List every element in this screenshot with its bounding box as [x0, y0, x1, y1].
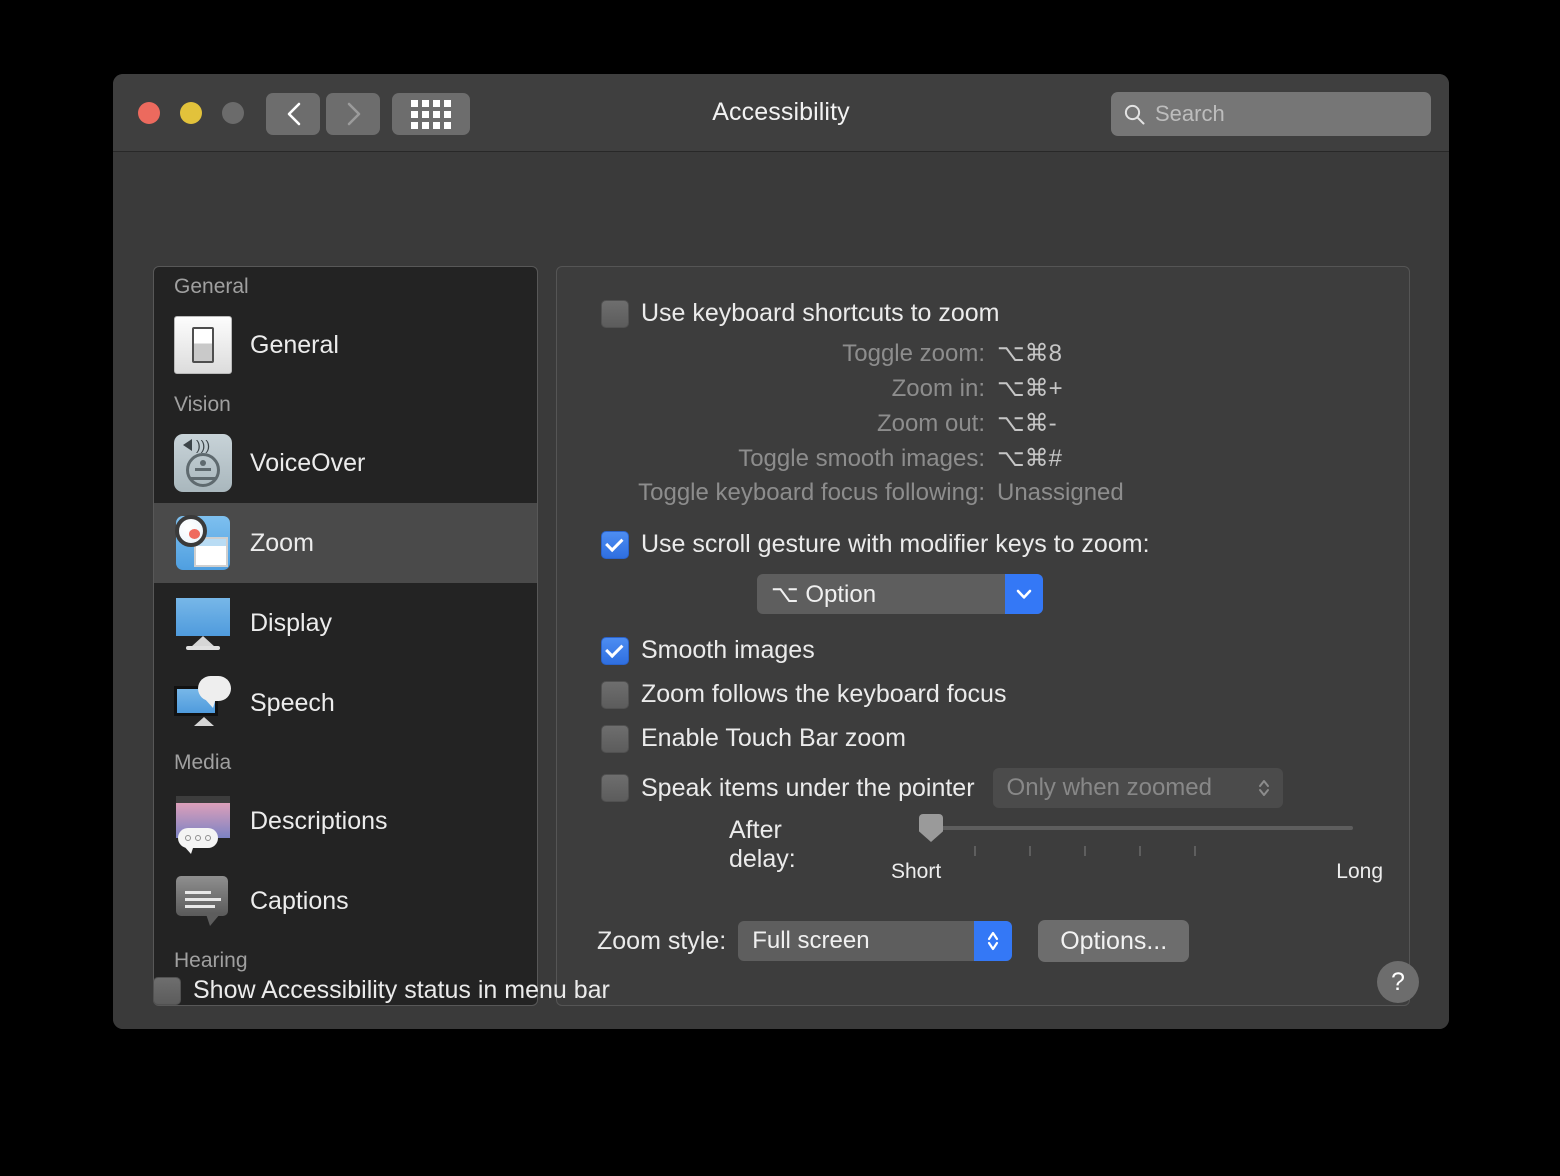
- slider-label-long: Long: [1336, 860, 1383, 883]
- slider-track[interactable]: [919, 826, 1353, 830]
- search-placeholder: Search: [1155, 101, 1225, 126]
- sidebar-item-display[interactable]: Display: [154, 583, 537, 663]
- sidebar-group-header-vision: Vision: [174, 393, 231, 416]
- smooth-images-checkbox[interactable]: [601, 636, 629, 665]
- search-icon: [1123, 103, 1146, 126]
- show-status-row[interactable]: Show Accessibility status in menu bar: [153, 976, 1419, 1005]
- window-footer: Show Accessibility status in menu bar ?: [153, 961, 1419, 1005]
- sidebar-group-header-general: General: [174, 275, 249, 298]
- zoom-style-row: Zoom style: Full screen Options...: [597, 920, 1190, 962]
- descriptions-icon: [174, 792, 232, 854]
- modifier-key-value: ⌥ Option: [771, 580, 877, 608]
- shortcut-name: Toggle zoom:: [842, 340, 985, 367]
- enable-touch-bar-zoom-label: Enable Touch Bar zoom: [641, 724, 906, 752]
- speech-icon: [174, 674, 232, 732]
- zoom-style-value: Full screen: [752, 927, 870, 954]
- sidebar-item-zoom[interactable]: Zoom: [154, 503, 537, 583]
- shortcut-row: Toggle smooth images: ⌥⌘#: [567, 444, 1187, 473]
- slider-ticks: [919, 846, 1353, 856]
- sidebar-item-label: Captions: [250, 886, 349, 915]
- use-keyboard-shortcuts-label: Use keyboard shortcuts to zoom: [641, 299, 1000, 327]
- zoom-settings-pane: Use keyboard shortcuts to zoom Toggle zo…: [556, 266, 1410, 1006]
- stepper-arrows-icon: [974, 921, 1013, 961]
- sidebar-item-label: Descriptions: [250, 806, 388, 835]
- sidebar-item-speech[interactable]: Speech: [154, 663, 537, 743]
- sidebar-item-label: General: [250, 330, 339, 359]
- sidebar-item-descriptions[interactable]: Descriptions: [154, 781, 537, 861]
- show-accessibility-status-checkbox[interactable]: [153, 976, 181, 1005]
- slider-end-labels: Short Long: [891, 860, 1383, 884]
- window-body: General General Vision ))) VoiceOver Zoo…: [113, 152, 1449, 1029]
- scroll-gesture-row[interactable]: Use scroll gesture with modifier keys to…: [601, 530, 1150, 559]
- sidebar-item-label: Display: [250, 608, 332, 637]
- shortcut-name: Zoom in:: [891, 375, 985, 402]
- shortcut-list: Toggle zoom: ⌥⌘8 Zoom in: ⌥⌘+ Zoom out: …: [567, 339, 1187, 507]
- touch-bar-zoom-row[interactable]: Enable Touch Bar zoom: [601, 724, 906, 753]
- sidebar-item-label: VoiceOver: [250, 448, 366, 477]
- sidebar-item-label: Zoom: [250, 528, 314, 557]
- use-keyboard-shortcuts-checkbox[interactable]: [601, 299, 629, 328]
- shortcut-name: Toggle smooth images:: [738, 445, 985, 472]
- shortcut-value: ⌥⌘8: [997, 340, 1063, 367]
- show-accessibility-status-label: Show Accessibility status in menu bar: [193, 976, 610, 1004]
- shortcut-row: Toggle keyboard focus following: Unassig…: [567, 479, 1187, 507]
- slider-label-short: Short: [891, 860, 942, 883]
- zoom-icon: [174, 514, 232, 572]
- shortcut-row: Zoom out: ⌥⌘-: [567, 409, 1187, 438]
- zoom-style-label: Zoom style:: [597, 926, 727, 955]
- zoom-follows-keyboard-focus-label: Zoom follows the keyboard focus: [641, 680, 1007, 708]
- smooth-images-label: Smooth images: [641, 636, 815, 664]
- search-field[interactable]: Search: [1111, 92, 1431, 136]
- window-titlebar: Accessibility Search: [113, 74, 1449, 152]
- sidebar-group-header-media: Media: [174, 751, 232, 774]
- voiceover-icon: ))): [174, 434, 232, 492]
- use-scroll-gesture-label: Use scroll gesture with modifier keys to…: [641, 530, 1150, 558]
- speak-items-checkbox[interactable]: [601, 774, 629, 802]
- shortcut-row: Zoom in: ⌥⌘+: [567, 374, 1187, 403]
- speak-items-mode-popup[interactable]: Only when zoomed: [992, 768, 1283, 808]
- after-delay-slider[interactable]: Short Long: [891, 812, 1383, 892]
- sidebar-item-general[interactable]: General: [154, 305, 537, 385]
- speak-items-mode-value: Only when zoomed: [1006, 774, 1212, 801]
- zoom-follows-focus-row[interactable]: Zoom follows the keyboard focus: [601, 680, 1006, 709]
- keyboard-shortcuts-row[interactable]: Use keyboard shortcuts to zoom: [601, 299, 1000, 328]
- sidebar-item-label: Speech: [250, 688, 335, 717]
- shortcut-row: Toggle zoom: ⌥⌘8: [567, 339, 1187, 368]
- shortcut-name: Zoom out:: [876, 410, 985, 437]
- chevron-down-icon: [1005, 574, 1043, 614]
- general-switch-icon: [174, 316, 232, 374]
- system-preferences-window: Accessibility Search General General Vis…: [113, 74, 1449, 1029]
- zoom-follows-keyboard-focus-checkbox[interactable]: [601, 680, 629, 709]
- sidebar-item-captions[interactable]: Captions: [154, 861, 537, 941]
- display-icon: [174, 594, 232, 652]
- help-button[interactable]: ?: [1377, 961, 1419, 1003]
- shortcut-value: ⌥⌘#: [997, 445, 1063, 472]
- slider-thumb[interactable]: [919, 814, 943, 842]
- stepper-arrows-icon: [1245, 768, 1283, 808]
- shortcut-value: Unassigned: [997, 479, 1124, 506]
- category-sidebar[interactable]: General General Vision ))) VoiceOver Zoo…: [153, 266, 538, 1006]
- speak-items-label: Speak items under the pointer: [641, 773, 975, 802]
- smooth-images-row[interactable]: Smooth images: [601, 636, 815, 665]
- sidebar-group-header-hearing: Hearing: [174, 949, 248, 972]
- zoom-style-popup[interactable]: Full screen: [738, 921, 1013, 961]
- zoom-options-button[interactable]: Options...: [1038, 920, 1190, 962]
- after-delay-label: After delay:: [729, 816, 796, 873]
- modifier-key-popup[interactable]: ⌥ Option: [757, 574, 1043, 614]
- enable-touch-bar-zoom-checkbox[interactable]: [601, 724, 629, 753]
- sidebar-item-voiceover[interactable]: ))) VoiceOver: [154, 423, 537, 503]
- use-scroll-gesture-checkbox[interactable]: [601, 530, 629, 559]
- speak-items-row[interactable]: Speak items under the pointer Only when …: [601, 768, 1283, 808]
- shortcut-value: ⌥⌘+: [997, 375, 1063, 402]
- shortcut-value: ⌥⌘-: [997, 410, 1057, 437]
- shortcut-name: Toggle keyboard focus following:: [638, 479, 985, 506]
- captions-icon: [174, 872, 232, 930]
